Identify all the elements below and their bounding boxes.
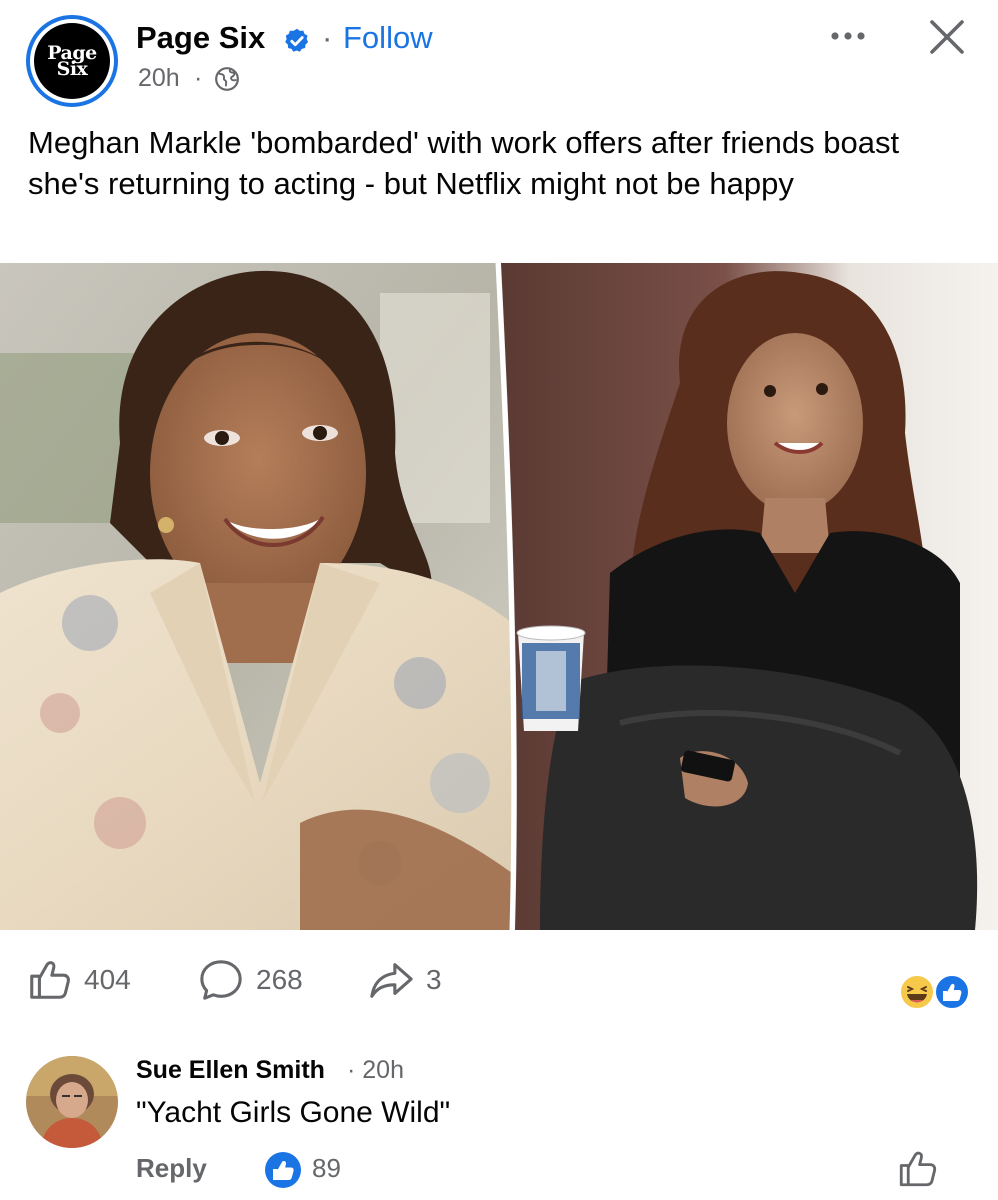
globe-icon xyxy=(215,67,239,91)
comment-button[interactable]: 268 xyxy=(198,950,303,1010)
follow-button[interactable]: Follow xyxy=(343,20,433,56)
like-reaction-icon xyxy=(934,974,970,1010)
comment-bubble-icon xyxy=(200,960,242,1000)
like-count: 404 xyxy=(84,964,131,995)
haha-emoji-icon xyxy=(899,974,935,1010)
share-arrow-icon xyxy=(370,963,413,998)
commenter-avatar[interactable] xyxy=(26,1056,118,1148)
post-caption: Meghan Markle 'bombarded' with work offe… xyxy=(28,125,900,201)
page-name-link[interactable]: Page Six xyxy=(136,20,265,56)
comment-text: "Yacht Girls Gone Wild" xyxy=(136,1096,451,1129)
comment-count: 268 xyxy=(256,964,303,995)
page-logo: Page Six xyxy=(34,23,110,99)
time-separator: · xyxy=(194,64,203,92)
like-reaction-icon[interactable] xyxy=(264,1151,302,1189)
post-header: Page Six Page Six · Follow 20h · xyxy=(0,0,998,115)
reply-button[interactable]: Reply xyxy=(136,1153,207,1184)
close-icon[interactable] xyxy=(928,18,966,56)
thumbs-up-icon xyxy=(30,961,70,999)
reactions-summary[interactable] xyxy=(897,972,973,1012)
comment-like-count: 89 xyxy=(312,1153,341,1183)
share-button[interactable]: 3 xyxy=(368,950,442,1010)
comment-timestamp[interactable]: · 20h xyxy=(347,1056,404,1085)
page-avatar[interactable]: Page Six xyxy=(26,15,118,107)
left-photo xyxy=(0,263,514,930)
like-button[interactable]: 404 xyxy=(26,950,131,1010)
post-timestamp[interactable]: 20h xyxy=(138,64,180,93)
verified-badge-icon xyxy=(285,28,309,52)
right-photo xyxy=(501,263,998,930)
commenter-photo xyxy=(26,1056,118,1148)
comment-like-button[interactable] xyxy=(896,1148,938,1190)
share-count: 3 xyxy=(426,964,442,995)
logo-text-bottom: Six xyxy=(56,58,88,80)
name-follow-separator: · xyxy=(322,20,333,55)
more-options-icon[interactable] xyxy=(828,24,868,48)
photo-collage xyxy=(0,263,998,930)
post-action-bar: 404 268 3 xyxy=(0,950,998,1010)
commenter-name[interactable]: Sue Ellen Smith xyxy=(136,1056,325,1085)
post-image[interactable] xyxy=(0,263,998,930)
